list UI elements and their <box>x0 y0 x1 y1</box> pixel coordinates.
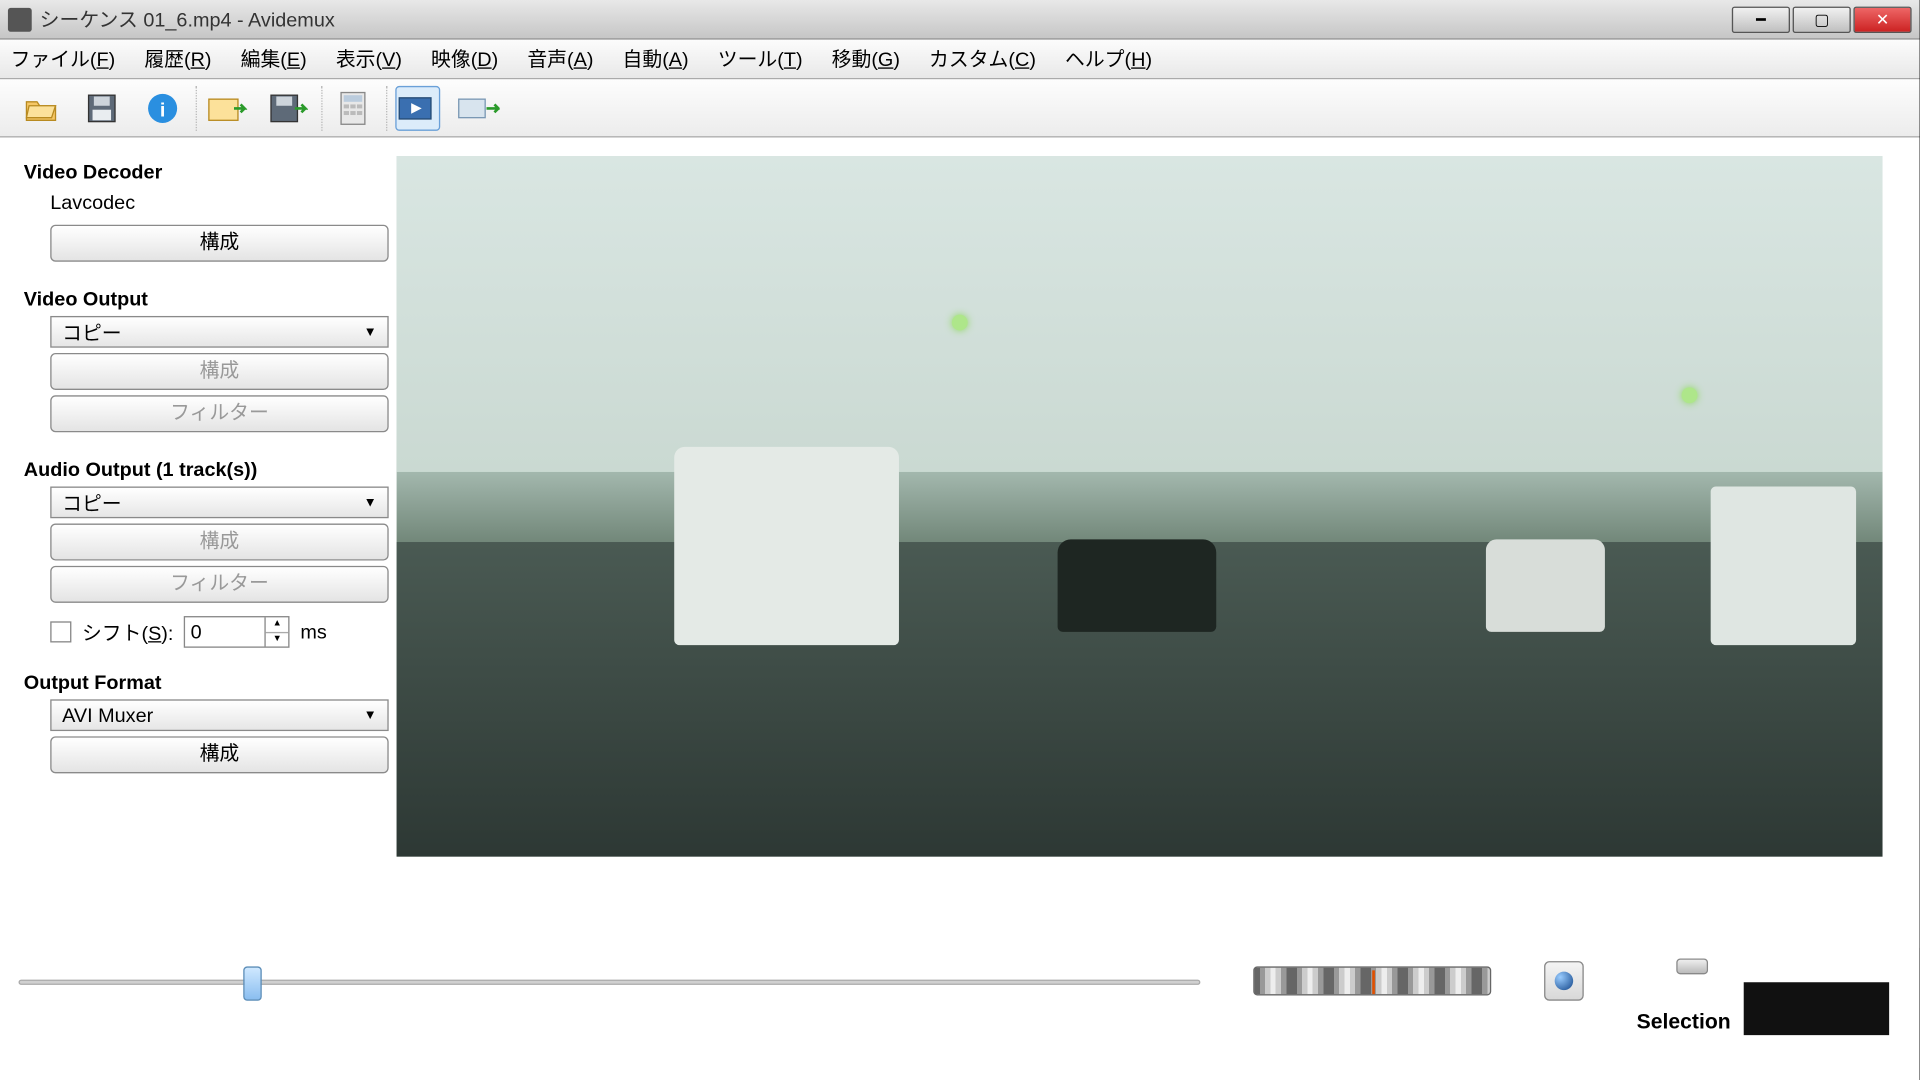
menu-history[interactable]: 履歴(R) <box>144 45 211 73</box>
menu-help[interactable]: ヘルプ(H) <box>1065 45 1152 73</box>
output-format-heading: Output Format <box>24 672 378 694</box>
preview-sky <box>397 156 1883 471</box>
minimize-button[interactable]: ━ <box>1732 6 1790 32</box>
menu-file[interactable]: ファイル(F) <box>11 45 116 73</box>
audio-output-configure-button[interactable]: 構成 <box>50 524 388 561</box>
app-window: シーケンス 01_6.mp4 - Avidemux ━ ▢ ✕ ファイル(F) … <box>0 0 1920 1080</box>
floppy-run-icon <box>268 92 308 124</box>
menu-auto[interactable]: 自動(A) <box>623 45 689 73</box>
timeline-slider[interactable] <box>19 966 1201 998</box>
window-title: シーケンス 01_6.mp4 - Avidemux <box>40 5 1732 33</box>
menu-video[interactable]: 映像(D) <box>431 45 498 73</box>
volume-slider[interactable] <box>1676 958 1708 974</box>
jog-wheel[interactable] <box>1253 966 1491 995</box>
load-project-button[interactable] <box>205 85 250 130</box>
play-filtered-button[interactable] <box>456 85 501 130</box>
video-output-value: コピー <box>62 318 122 346</box>
spin-down-icon[interactable]: ▼ <box>266 633 288 647</box>
traffic-light-icon <box>1682 387 1698 403</box>
floppy-icon <box>86 92 118 124</box>
video-decoder-heading: Video Decoder <box>24 161 378 183</box>
audio-shift-input[interactable] <box>185 621 264 643</box>
titlebar: シーケンス 01_6.mp4 - Avidemux ━ ▢ ✕ <box>0 0 1920 40</box>
menubar: ファイル(F) 履歴(R) 編集(E) 表示(V) 映像(D) 音声(A) 自動… <box>0 40 1920 80</box>
video-preview[interactable] <box>397 156 1883 857</box>
chevron-down-icon: ▼ <box>364 325 377 340</box>
close-button[interactable]: ✕ <box>1853 6 1911 32</box>
audio-shift-label: シフト(S): <box>82 618 173 646</box>
play-export-icon <box>457 93 499 122</box>
video-preview-area <box>397 156 1883 948</box>
transport-area: Selection <box>0 948 1920 1080</box>
save-project-button[interactable] <box>266 85 311 130</box>
traffic-light-icon <box>952 315 968 331</box>
audio-output-filter-button[interactable]: フィルター <box>50 566 388 603</box>
open-file-button[interactable] <box>19 85 64 130</box>
main-area: Video Decoder Lavcodec 構成 Video Output コ… <box>0 137 1920 947</box>
timeline-track <box>19 980 1201 985</box>
svg-text:i: i <box>160 99 166 121</box>
calculator-icon <box>340 91 366 125</box>
output-format-value: AVI Muxer <box>62 704 153 726</box>
toolbar: i <box>0 79 1920 137</box>
video-output-configure-button[interactable]: 構成 <box>50 353 388 390</box>
video-output-select[interactable]: コピー ▼ <box>50 316 388 348</box>
audio-output-heading: Audio Output (1 track(s)) <box>24 459 378 481</box>
maximize-button[interactable]: ▢ <box>1793 6 1851 32</box>
output-format-select[interactable]: AVI Muxer ▼ <box>50 699 388 731</box>
folder-open-icon <box>24 93 58 122</box>
menu-go[interactable]: 移動(G) <box>832 45 900 73</box>
video-output-filter-button[interactable]: フィルター <box>50 395 388 432</box>
info-button[interactable]: i <box>140 85 185 130</box>
jog-tick-icon <box>1372 970 1375 994</box>
preview-vehicle <box>674 447 899 645</box>
app-icon <box>8 7 32 31</box>
output-format-configure-button[interactable]: 構成 <box>50 736 388 773</box>
video-decoder-configure-button[interactable]: 構成 <box>50 225 388 262</box>
info-icon: i <box>145 91 179 125</box>
calculator-button[interactable] <box>331 85 376 130</box>
preview-vehicle <box>1711 486 1856 645</box>
menu-tools[interactable]: ツール(T) <box>718 45 803 73</box>
chevron-down-icon: ▼ <box>364 708 377 723</box>
selection-label: Selection <box>1637 1011 1731 1035</box>
play-button[interactable] <box>395 85 440 130</box>
play-disc-button[interactable] <box>1544 961 1584 1001</box>
audio-shift-unit: ms <box>300 621 326 643</box>
sidebar: Video Decoder Lavcodec 構成 Video Output コ… <box>0 137 397 947</box>
window-controls: ━ ▢ ✕ <box>1732 6 1912 32</box>
menu-custom[interactable]: カスタム(C) <box>929 45 1036 73</box>
chevron-down-icon: ▼ <box>364 495 377 510</box>
menu-audio[interactable]: 音声(A) <box>527 45 593 73</box>
menu-edit[interactable]: 編集(E) <box>241 45 307 73</box>
save-button[interactable] <box>79 85 124 130</box>
timeline-thumb[interactable] <box>243 966 262 1000</box>
preview-vehicle <box>1058 539 1217 632</box>
folder-run-icon <box>208 93 248 122</box>
video-decoder-name: Lavcodec <box>24 192 378 214</box>
selection-area: Selection <box>1637 958 1901 1035</box>
audio-output-value: コピー <box>62 488 122 516</box>
menu-view[interactable]: 表示(V) <box>336 45 402 73</box>
preview-vehicle <box>1486 539 1605 632</box>
video-output-heading: Video Output <box>24 288 378 310</box>
audio-shift-spinner[interactable]: ▲▼ <box>184 616 290 648</box>
spin-up-icon[interactable]: ▲ <box>266 617 288 632</box>
audio-output-select[interactable]: コピー ▼ <box>50 486 388 518</box>
audio-shift-checkbox[interactable] <box>50 621 71 642</box>
selection-thumbnail <box>1744 982 1889 1035</box>
play-video-icon <box>398 93 438 122</box>
disc-icon <box>1555 972 1574 991</box>
